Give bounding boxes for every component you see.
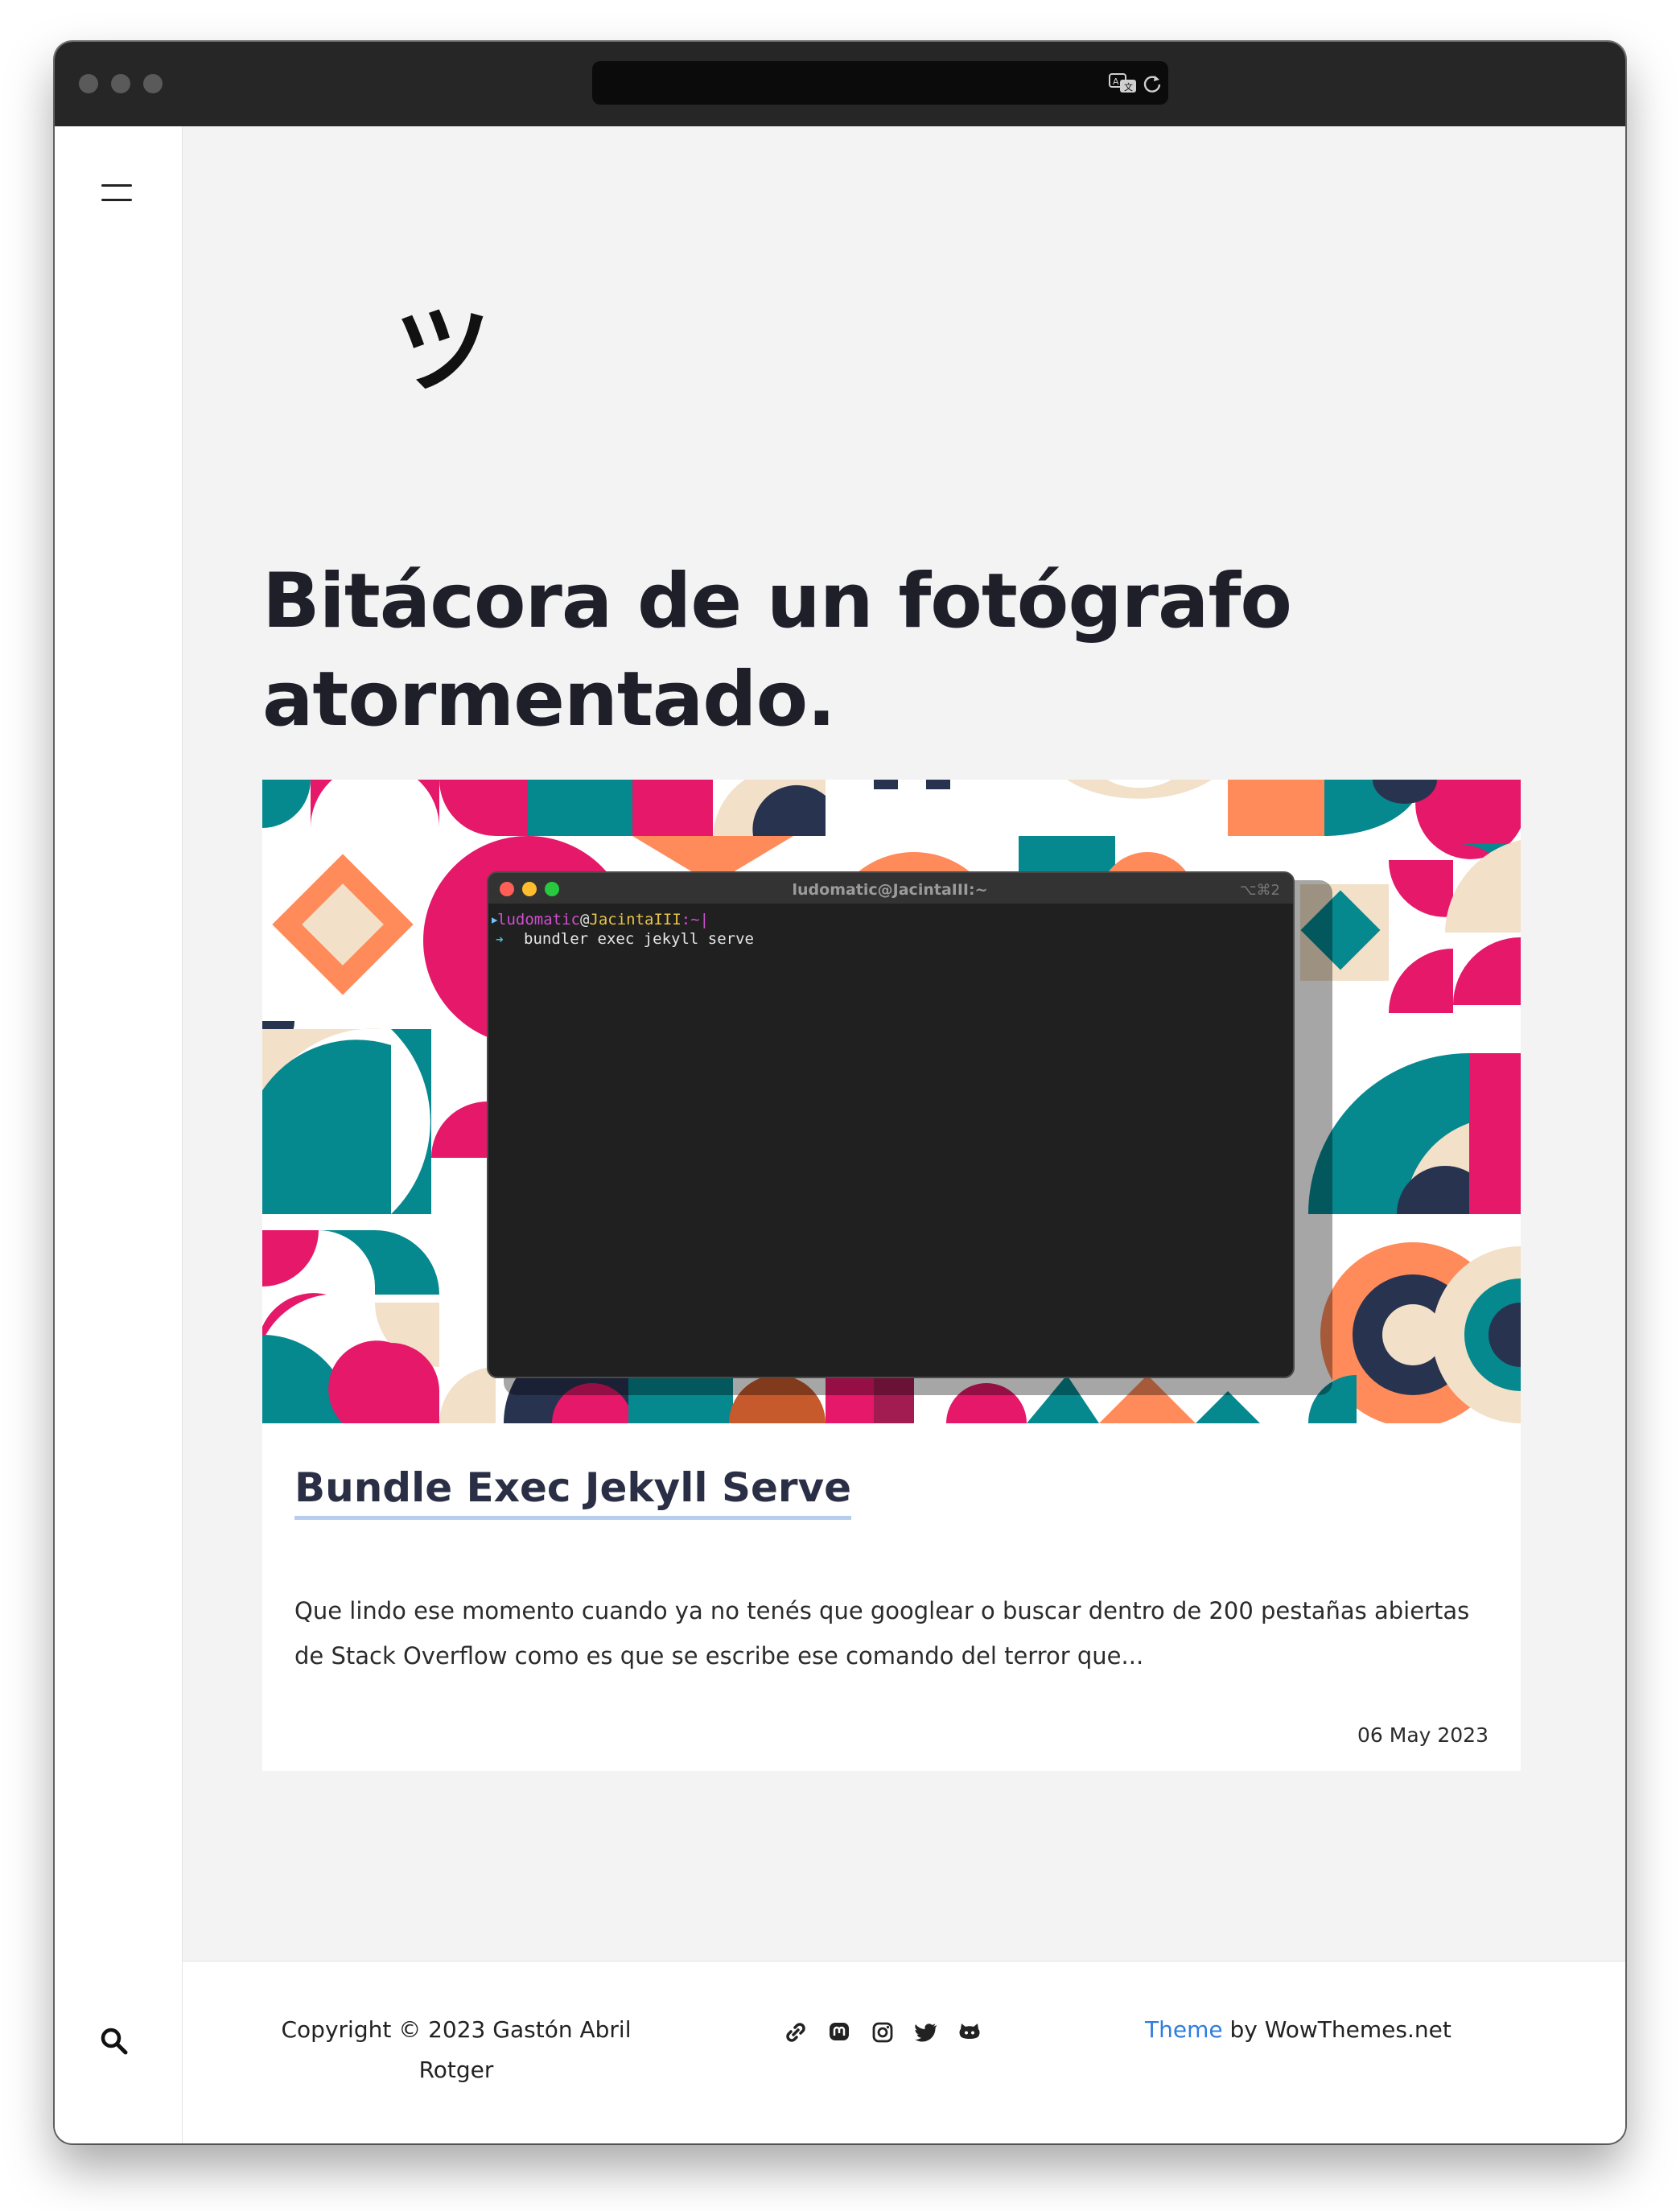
post-title-link[interactable]: Bundle Exec Jekyll Serve xyxy=(294,1460,852,1520)
terminal-title: ludomatic@JacintaIII:~ xyxy=(793,881,988,899)
svg-text:文: 文 xyxy=(1124,81,1133,93)
terminal-shortcut: ⌥⌘2 xyxy=(1240,882,1280,899)
twitter-icon[interactable] xyxy=(913,2020,939,2045)
mastodon-icon[interactable] xyxy=(826,2020,852,2045)
theme-credit-text: by WowThemes.net xyxy=(1222,2016,1451,2043)
post-date: 06 May 2023 xyxy=(1357,1723,1489,1747)
github-icon[interactable] xyxy=(957,2020,982,2045)
theme-credit: Theme by WowThemes.net xyxy=(1145,2010,1451,2050)
post-card: ludomatic@JacintaIII:~ ⌥⌘2 ▸ ludomatic@J… xyxy=(262,780,1521,1771)
svg-text:A: A xyxy=(1113,76,1119,87)
theme-link[interactable]: Theme xyxy=(1145,2016,1223,2043)
social-links xyxy=(783,2016,982,2048)
copyright-text: Copyright © 2023 Gastón Abril Rotger xyxy=(281,2016,632,2083)
terminal-prompt-path: :~| xyxy=(681,911,709,928)
site-footer: Copyright © 2023 Gastón Abril Rotger The… xyxy=(183,1961,1625,2143)
terminal-prompt-at: @ xyxy=(580,911,589,928)
browser-titlebar: A 文 xyxy=(55,42,1625,126)
site-logo[interactable]: ツ xyxy=(394,299,491,404)
sidebar xyxy=(55,126,183,2143)
window-close-dot[interactable] xyxy=(79,74,98,93)
terminal-prompt-host: JacintaIII xyxy=(589,911,681,928)
reload-icon[interactable] xyxy=(1141,72,1163,99)
window-minimize-dot[interactable] xyxy=(111,74,130,93)
site-headline: Bitácora de un fotógrafo atormentado. xyxy=(262,558,1292,743)
window-zoom-dot[interactable] xyxy=(143,74,163,93)
address-bar[interactable]: A 文 xyxy=(592,61,1168,105)
link-icon[interactable] xyxy=(783,2020,809,2045)
search-icon[interactable] xyxy=(100,2027,132,2059)
hamburger-menu-icon[interactable] xyxy=(101,181,132,205)
post-featured-image[interactable]: ludomatic@JacintaIII:~ ⌥⌘2 ▸ ludomatic@J… xyxy=(262,780,1521,1423)
main-content: ツ Bitácora de un fotógrafo atormentado. xyxy=(183,126,1625,2143)
terminal-arrow: ➜ xyxy=(496,932,504,947)
terminal-prompt-user: ludomatic xyxy=(497,911,580,928)
instagram-icon[interactable] xyxy=(870,2020,896,2045)
post-excerpt: Que lindo ese momento cuando ya no tenés… xyxy=(294,1597,1470,1670)
translate-icon[interactable]: A 文 xyxy=(1109,72,1138,99)
svg-text:ludomatic@JacintaIII:~|: ludomatic@JacintaIII:~| xyxy=(497,911,709,928)
terminal-command: bundler exec jekyll serve xyxy=(524,930,754,948)
browser-window: A 文 ツ Bitácora de un fotógrafo atormenta… xyxy=(55,42,1625,2143)
